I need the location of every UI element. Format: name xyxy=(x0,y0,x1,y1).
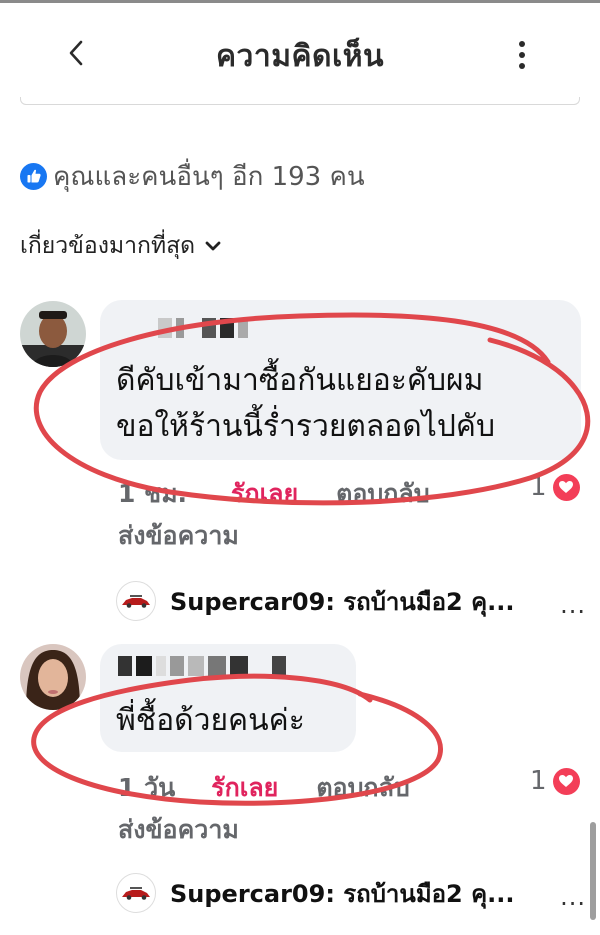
chevron-down-icon xyxy=(205,241,221,251)
reaction-summary-text: คุณและคนอื่นๆ อีก 193 คน xyxy=(53,161,365,192)
heart-icon xyxy=(552,767,580,795)
comment-text: พี่ชื้อด้วยคนค่ะ xyxy=(116,698,305,744)
reaction-count-value: 1 xyxy=(530,472,547,502)
reaction-count-value: 1 xyxy=(530,766,547,796)
header-bar: ความคิดเห็น xyxy=(0,3,600,103)
page-logo-icon xyxy=(116,581,156,621)
reply-button[interactable]: ตอบกลับ xyxy=(336,474,429,514)
scrollbar[interactable] xyxy=(590,822,596,920)
post-divider xyxy=(20,97,580,105)
comment-text-line: ขอให้ร้านนี้ร่ำรวยตลอดไปคับ xyxy=(116,409,496,444)
reaction-count[interactable]: 1 xyxy=(530,472,580,502)
like-icon xyxy=(20,162,47,190)
comment-actions: 1 ชม. รักเลย ตอบกลับ xyxy=(118,474,430,514)
commenter-name-redacted xyxy=(158,318,248,338)
reply-preview[interactable]: Supercar09: รถบ้านมือ2 คุ... ... xyxy=(116,579,586,623)
heart-icon xyxy=(552,473,580,501)
more-options-button[interactable] xyxy=(508,37,536,73)
comment-text-line: พี่ชื้อด้วยคนค่ะ xyxy=(116,703,305,738)
send-message-button[interactable]: ส่งข้อความ xyxy=(118,810,239,850)
reply-preview[interactable]: Supercar09: รถบ้านมือ2 คุ... ... xyxy=(116,871,586,915)
comment-sort-dropdown[interactable]: เกี่ยวข้องมากที่สุด xyxy=(20,230,221,262)
comment-time[interactable]: 1 วัน xyxy=(118,768,175,808)
comment-text: ดีคับเข้ามาซื้อกันแยอะคับผม ขอให้ร้านนี้… xyxy=(116,358,495,450)
comment-actions: 1 วัน รักเลย ตอบกลับ xyxy=(118,768,410,808)
love-react-button[interactable]: รักเลย xyxy=(231,474,298,514)
comment-text-line: ดีคับเข้ามาซื้อกันแยอะคับผม xyxy=(116,363,484,398)
reaction-summary[interactable]: คุณและคนอื่นๆ อีก 193 คน xyxy=(20,158,365,194)
avatar[interactable] xyxy=(20,301,86,367)
reply-button[interactable]: ตอบกลับ xyxy=(316,768,409,808)
love-react-button[interactable]: รักเลย xyxy=(211,768,278,808)
send-message-button[interactable]: ส่งข้อความ xyxy=(118,516,239,556)
reply-more-indicator: ... xyxy=(560,883,586,911)
comment-time[interactable]: 1 ชม. xyxy=(118,474,187,514)
avatar[interactable] xyxy=(20,644,86,710)
commenter-name-redacted xyxy=(118,656,286,676)
reply-preview-text: Supercar09: รถบ้านมือ2 คุ... xyxy=(170,879,515,908)
reaction-count[interactable]: 1 xyxy=(530,766,580,796)
reply-preview-text: Supercar09: รถบ้านมือ2 คุ... xyxy=(170,587,515,616)
page-logo-icon xyxy=(116,873,156,913)
vertical-dots-icon xyxy=(519,41,525,47)
reply-more-indicator: ... xyxy=(560,591,586,619)
sort-label: เกี่ยวข้องมากที่สุด xyxy=(20,233,196,259)
